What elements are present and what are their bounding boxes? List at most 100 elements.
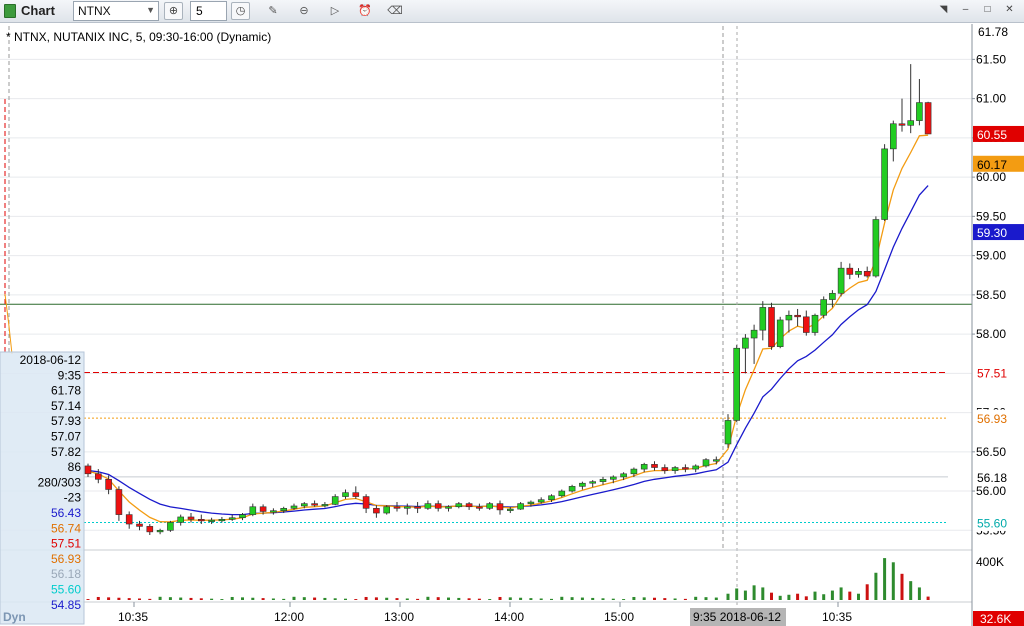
price-badge: 59.30 (977, 226, 1007, 240)
candle-down (115, 489, 123, 515)
candle-up (249, 506, 257, 515)
volume-bar (909, 581, 913, 600)
volume-bar (96, 596, 100, 600)
volume-bar (601, 598, 605, 600)
price-tick-label: 59.50 (976, 209, 1006, 223)
volume-bar (107, 597, 111, 600)
candle-up (630, 468, 638, 475)
price-badge: 55.60 (977, 516, 1007, 530)
play-circle-icon[interactable]: ▷ (327, 3, 343, 19)
candle-down (661, 467, 669, 471)
volume-bar (508, 597, 512, 600)
volume-bar (271, 598, 275, 600)
candle-up (445, 506, 452, 509)
volume-bar (179, 597, 183, 600)
candle-up (239, 514, 246, 519)
price-axis-top-label: 61.78 (978, 25, 1008, 39)
candle-up (218, 519, 226, 522)
candle-up (383, 506, 391, 514)
time-tick-label: 12:00 (274, 610, 304, 624)
eraser-icon[interactable]: ⌫ (387, 3, 403, 19)
symbol-value: NTNX (78, 4, 111, 18)
cursor-panel-row: 280/303 (38, 475, 82, 489)
volume-bar (302, 597, 306, 600)
candle-up (486, 503, 494, 509)
candle-down (863, 271, 871, 277)
volume-bar (436, 597, 440, 600)
volume-bar (199, 598, 203, 600)
link-icon[interactable]: ⊕ (164, 2, 183, 20)
pin-icon[interactable]: ◥ (936, 2, 951, 17)
volume-bar (883, 558, 887, 600)
window-title: Chart (21, 3, 55, 18)
clock-icon[interactable]: ◷ (231, 2, 250, 20)
pencil-icon[interactable]: ✎ (265, 3, 281, 19)
volume-bar (498, 596, 502, 600)
alarm-icon[interactable]: ⏰ (357, 3, 373, 19)
volume-bar (761, 587, 765, 600)
volume-bar (550, 598, 553, 600)
price-chart[interactable]: * NTNX, NUTANIX INC, 5, 09:30-16:00 (Dyn… (0, 24, 1024, 626)
volume-bar (632, 596, 636, 600)
candle-up (881, 148, 888, 220)
price-badge: 57.51 (977, 367, 1007, 381)
volume-bar (220, 599, 224, 600)
candle-down (95, 473, 102, 480)
volume-bar (261, 598, 265, 600)
volume-bar (158, 596, 162, 600)
price-tick-label: 58.00 (976, 327, 1006, 341)
volume-bar (778, 595, 782, 600)
volume-bar (560, 596, 564, 600)
symbol-input[interactable]: NTNX ▼ (73, 1, 159, 21)
close-icon[interactable]: ✕ (1002, 2, 1017, 17)
candle-up (167, 522, 174, 531)
candle-up (579, 482, 586, 487)
volume-bar (865, 584, 869, 600)
maximize-icon[interactable]: □ (980, 2, 995, 17)
volume-bar (529, 598, 533, 600)
candle-up (811, 314, 819, 333)
candle-up (776, 319, 784, 347)
time-tick-label: 14:00 (494, 610, 524, 624)
volume-bar (168, 597, 172, 600)
cursor-panel-row: 57.14 (51, 399, 81, 413)
volume-bar (743, 590, 747, 600)
candle-up (733, 347, 741, 421)
chart-app-icon (4, 4, 16, 18)
volume-bar (642, 597, 646, 600)
volume-bar (796, 593, 800, 600)
chevron-down-icon[interactable]: ▼ (146, 5, 155, 15)
minimize-icon[interactable]: – (958, 2, 973, 17)
cursor-panel-row: -23 (64, 491, 82, 505)
volume-bar (282, 598, 286, 600)
candle-up (548, 495, 555, 500)
time-tick-label: 10:35 (118, 610, 148, 624)
candle-up (620, 473, 627, 478)
cursor-panel-row: 55.60 (51, 583, 81, 597)
candle-down (682, 467, 689, 470)
volume-bar (704, 597, 708, 600)
minus-circle-icon[interactable]: ⊖ (296, 3, 312, 19)
volume-bar (426, 596, 430, 600)
candle-up (455, 503, 463, 508)
candle-up (759, 307, 767, 331)
interval-input[interactable]: 5 (190, 1, 227, 21)
candle-down (434, 503, 442, 509)
candle-up (270, 510, 277, 513)
candle-down (362, 496, 370, 509)
candle-up (820, 299, 828, 316)
cursor-panel-row: 57.82 (51, 445, 81, 459)
volume-bar (539, 598, 543, 600)
candle-up (527, 501, 535, 504)
candle-up (785, 314, 793, 321)
volume-axis-top-label: 400K (976, 555, 1004, 569)
volume-bar (395, 598, 399, 600)
chart-background (0, 24, 1024, 626)
volume-bar (822, 594, 826, 600)
price-tick-label: 59.00 (976, 249, 1006, 263)
price-tick-label: 58.50 (976, 288, 1006, 302)
volume-bar (138, 598, 141, 600)
candle-up (331, 496, 339, 505)
volume-bar (857, 593, 860, 600)
time-cursor-badge: 9:35 2018-06-12 (693, 610, 781, 624)
